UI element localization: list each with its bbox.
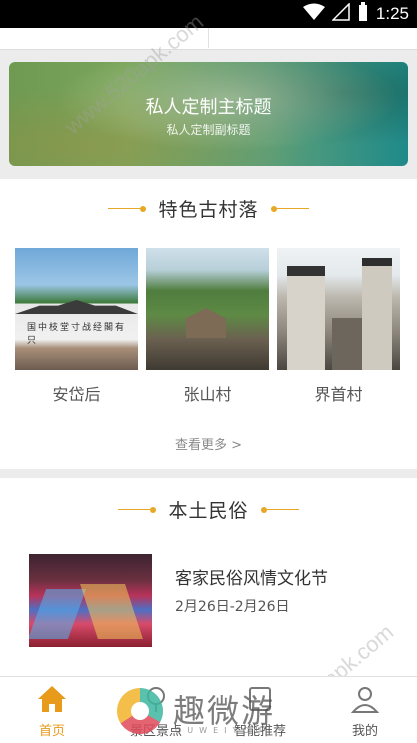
event-item[interactable]: 客家民俗风情文化节 2月26日-2月26日 — [29, 554, 399, 648]
village-card[interactable]: 国中枝堂寸战经閣有只 安岱后 — [15, 248, 138, 405]
signal-icon — [331, 2, 350, 25]
see-more-link[interactable]: 查看更多 > — [0, 434, 417, 453]
village-name: 安岱后 — [52, 385, 101, 404]
village-card[interactable]: 界首村 — [277, 248, 400, 405]
event-image — [29, 554, 152, 647]
villages-section: 特色古村落 国中枝堂寸战经閣有只 安岱后 张山村 界首村 查看更多 > — [0, 179, 417, 469]
divider — [208, 28, 209, 48]
section-title: 特色古村落 — [158, 199, 259, 221]
watermark-logo-icon — [117, 688, 163, 734]
village-image — [277, 248, 400, 370]
section-header: 本土民俗 — [0, 496, 417, 523]
village-name: 界首村 — [314, 385, 363, 404]
watermark-logo: 趣微游 QUWEIYOU — [117, 686, 307, 738]
status-bar: 1:25 — [0, 0, 417, 28]
village-image: 国中枝堂寸战经閣有只 — [15, 248, 138, 370]
battery-icon — [357, 2, 369, 26]
decor-line-right — [270, 205, 309, 212]
home-icon — [37, 684, 67, 714]
village-card[interactable]: 张山村 — [146, 248, 269, 405]
village-gate-sign: 国中枝堂寸战经閣有只 — [27, 323, 127, 346]
nav-home[interactable]: 首页 — [0, 677, 104, 743]
event-date: 2月26日-2月26日 — [175, 599, 290, 615]
nav-label: 首页 — [38, 724, 65, 739]
nav-profile[interactable]: 我的 — [313, 677, 417, 743]
watermark-logo-subtext: QUWEIYOU — [175, 726, 268, 735]
top-card-partial — [0, 28, 417, 50]
village-name: 张山村 — [183, 385, 232, 404]
profile-icon — [350, 684, 380, 714]
nav-label: 我的 — [351, 724, 378, 739]
village-image — [146, 248, 269, 370]
decor-line-right — [260, 506, 299, 513]
decor-line-left — [108, 205, 147, 212]
section-header: 特色古村落 — [0, 195, 417, 222]
section-title: 本土民俗 — [168, 500, 249, 522]
event-title: 客家民俗风情文化节 — [175, 569, 328, 589]
decor-line-left — [118, 506, 157, 513]
clock: 1:25 — [375, 4, 409, 23]
wifi-icon — [302, 3, 325, 25]
